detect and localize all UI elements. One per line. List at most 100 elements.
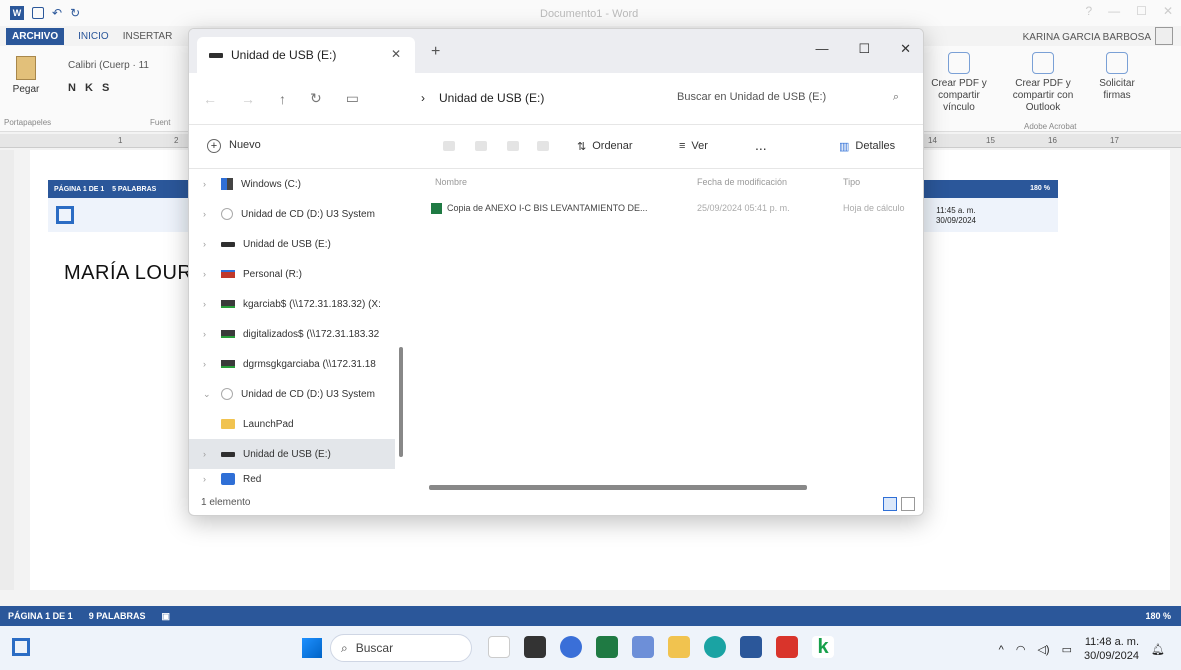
chevron-right-icon[interactable]: › <box>203 269 213 279</box>
maximize-icon[interactable]: ☐ <box>1136 4 1147 18</box>
view-button[interactable]: ≡ Ver <box>679 140 708 152</box>
minimize-icon[interactable]: — <box>1108 4 1120 18</box>
chevron-right-icon[interactable]: › <box>203 239 213 249</box>
close-icon[interactable]: ✕ <box>900 41 911 57</box>
nav-item-cd-drive[interactable]: › Unidad de CD (D:) U3 System <box>189 199 395 229</box>
details-button[interactable]: ▥ Detalles <box>839 140 895 153</box>
new-tab-icon[interactable]: + <box>431 43 440 61</box>
save-icon[interactable] <box>32 7 44 19</box>
file-explorer-icon[interactable] <box>668 636 690 658</box>
explorer-tab[interactable]: Unidad de USB (E:) ✕ <box>197 37 415 73</box>
list-item[interactable]: Copia de ANEXO I-C BIS LEVANTAMIENTO DE.… <box>425 199 923 221</box>
pdf-share-link-button[interactable]: Crear PDF y compartir vínculo <box>924 50 994 114</box>
details-view-icon[interactable] <box>883 497 897 511</box>
nav-item-personal[interactable]: › Personal (R:) <box>189 259 395 289</box>
pdf-outlook-button[interactable]: Crear PDF y compartir con Outlook <box>1008 50 1078 114</box>
maximize-icon[interactable]: ☐ <box>858 41 870 57</box>
chevron-down-icon[interactable]: ⌄ <box>203 389 213 400</box>
taskbar-clock[interactable]: 11:48 a. m. 30/09/2024 <box>1084 636 1139 664</box>
chevron-right-icon[interactable]: › <box>203 209 213 219</box>
ruler-number: 2 <box>174 136 179 145</box>
font-name[interactable]: Calibri (Cuerp <box>68 60 130 71</box>
close-tab-icon[interactable]: ✕ <box>391 47 401 61</box>
network-drive-icon <box>221 270 235 278</box>
word-count[interactable]: 9 PALABRAS <box>89 611 146 621</box>
nav-item-cd-drive-expanded[interactable]: ⌄ Unidad de CD (D:) U3 System <box>189 379 395 409</box>
delete-icon[interactable] <box>537 141 549 151</box>
search-placeholder: Buscar en Unidad de USB (E:) <box>677 91 827 103</box>
page-count[interactable]: PÁGINA 1 DE 1 <box>8 611 73 621</box>
more-button[interactable]: ... <box>755 137 767 153</box>
nav-item-launchpad[interactable]: LaunchPad <box>189 409 395 439</box>
request-signatures-button[interactable]: Solicitar firmas <box>1092 50 1142 114</box>
address-path[interactable]: Unidad de USB (E:) <box>439 91 544 105</box>
nav-item-usb-drive[interactable]: › Unidad de USB (E:) <box>189 229 395 259</box>
sort-button[interactable]: ⇅ Ordenar <box>577 140 633 153</box>
nav-item-red[interactable]: › Red <box>189 469 395 489</box>
back-icon[interactable]: ← <box>203 91 217 107</box>
close-icon[interactable]: ✕ <box>1163 4 1173 18</box>
nav-scrollbar[interactable] <box>399 347 403 457</box>
avatar[interactable] <box>1155 27 1173 45</box>
chevron-right-icon[interactable]: › <box>203 299 213 309</box>
volume-icon[interactable]: ◁) <box>1037 643 1049 656</box>
redo-icon[interactable]: ↻ <box>70 6 80 20</box>
nav-item-usb-drive-selected[interactable]: › Unidad de USB (E:) <box>189 439 395 469</box>
help-icon[interactable]: ? <box>1085 4 1092 18</box>
chevron-right-icon[interactable]: › <box>203 474 213 484</box>
chevron-right-icon[interactable]: › <box>203 359 213 369</box>
refresh-icon[interactable]: ↻ <box>310 90 322 107</box>
undo-icon[interactable]: ↶ <box>52 6 62 20</box>
wifi-icon[interactable]: ◠ <box>1016 643 1026 656</box>
tab-insertar[interactable]: INSERTAR <box>123 31 173 42</box>
new-button[interactable]: + Nuevo <box>207 139 261 153</box>
up-icon[interactable]: ↑ <box>279 91 286 107</box>
forward-icon[interactable]: → <box>241 91 255 107</box>
excel-icon[interactable] <box>596 636 618 658</box>
chat-icon[interactable] <box>560 636 582 658</box>
font-selector[interactable]: Calibri (Cuerp · 11 <box>68 60 149 71</box>
chevron-up-icon[interactable]: ^ <box>999 644 1004 656</box>
chevron-right-icon[interactable]: › <box>203 179 213 189</box>
start-button[interactable] <box>302 638 322 658</box>
monitor-icon[interactable]: ▭ <box>346 90 359 107</box>
mail-icon[interactable] <box>632 636 654 658</box>
taskbar-search[interactable]: ⌕ Buscar <box>330 634 472 662</box>
cut-icon[interactable] <box>443 141 455 151</box>
column-header-type[interactable]: Tipo <box>843 177 860 187</box>
tab-inicio[interactable]: INICIO <box>78 31 109 42</box>
paste-icon[interactable] <box>507 141 519 151</box>
widgets-icon[interactable] <box>12 638 30 656</box>
user-name[interactable]: KARINA GARCIA BARBOSA <box>1023 32 1151 43</box>
nav-item-windows[interactable]: › Windows (C:) <box>189 169 395 199</box>
nav-item-digitalizados[interactable]: › digitalizados$ (\\172.31.183.32 <box>189 319 395 349</box>
proofing-icon[interactable]: ▣ <box>162 611 171 622</box>
chevron-right-icon[interactable]: › <box>203 329 213 339</box>
k-app-icon[interactable]: k <box>812 636 834 658</box>
format-buttons[interactable]: N K S <box>68 82 112 94</box>
copilot-icon[interactable] <box>488 636 510 658</box>
battery-icon[interactable]: ▭ <box>1062 643 1072 656</box>
chevron-right-icon[interactable]: › <box>203 449 213 459</box>
column-header-name[interactable]: Nombre <box>435 177 467 187</box>
font-size[interactable]: 11 <box>139 60 149 71</box>
zoom-level[interactable]: 180 % <box>1145 611 1171 621</box>
acrobat-icon[interactable] <box>776 636 798 658</box>
tiles-view-icon[interactable] <box>901 497 915 511</box>
column-header-modified[interactable]: Fecha de modificación <box>697 177 787 187</box>
search-input[interactable]: Buscar en Unidad de USB (E:) ⌕ <box>677 91 905 103</box>
word-icon[interactable] <box>740 636 762 658</box>
nav-item-kgarciab[interactable]: › kgarciab$ (\\172.31.183.32) (X: <box>189 289 395 319</box>
paste-button[interactable]: Pegar <box>6 56 46 95</box>
tab-archivo[interactable]: ARCHIVO <box>6 27 65 45</box>
task-view-icon[interactable] <box>524 636 546 658</box>
minimize-icon[interactable]: — <box>815 41 828 57</box>
notification-icon[interactable]: 🔔︎ <box>1151 643 1165 656</box>
address-bar[interactable]: › Unidad de USB (E:) <box>421 91 544 105</box>
copy-icon[interactable] <box>475 141 487 151</box>
edge-icon[interactable] <box>704 636 726 658</box>
nav-item-dgrmsgkgarciaba[interactable]: › dgrmsgkgarciaba (\\172.31.18 <box>189 349 395 379</box>
ruler-number: 14 <box>928 136 937 145</box>
document-text[interactable]: MARÍA LOURD <box>64 262 207 285</box>
horizontal-scrollbar[interactable] <box>429 485 807 490</box>
